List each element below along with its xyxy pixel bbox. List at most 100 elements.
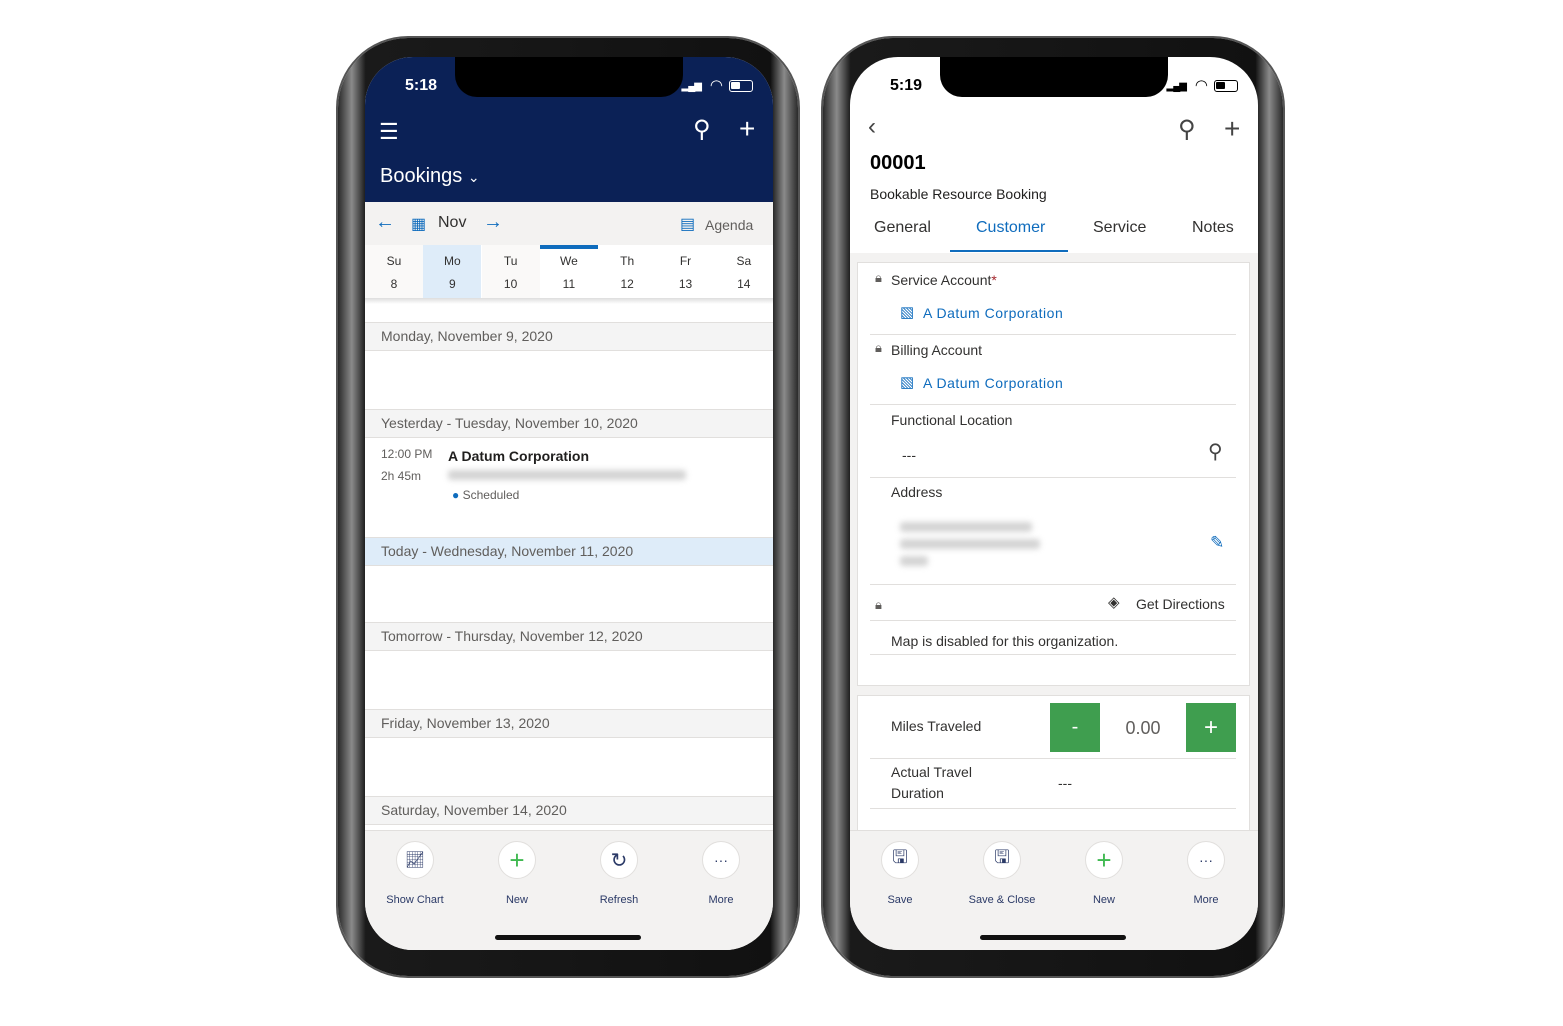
- day-header: Monday, November 9, 2020: [365, 322, 773, 351]
- save-button[interactable]: 🖫︎ Save: [860, 841, 940, 906]
- edit-icon[interactable]: ✎: [1210, 533, 1224, 553]
- divider: [870, 654, 1236, 655]
- calendar-icon[interactable]: ▦: [411, 214, 426, 234]
- save-icon: 🖫︎: [881, 841, 919, 879]
- day-name: Tu: [503, 254, 518, 268]
- lock-icon: 🔒︎: [875, 597, 882, 612]
- week-day-sa[interactable]: Sa 14: [714, 245, 773, 298]
- active-tab-indicator: [950, 250, 1068, 252]
- wifi-icon: ◠: [1194, 77, 1208, 94]
- button-label: More: [708, 894, 734, 906]
- week-day-fr[interactable]: Fr 13: [656, 245, 715, 298]
- tab-customer[interactable]: Customer: [976, 219, 1045, 237]
- booking-form-screen: 5:19 ▂▄▆ ◠ ‹ ⚲ + 00001 Bookable Resource…: [850, 57, 1258, 950]
- hamburger-icon[interactable]: ☰: [379, 119, 399, 145]
- record-title: 00001: [870, 152, 926, 174]
- more-button[interactable]: ··· More: [1166, 841, 1246, 906]
- today-indicator: [540, 245, 598, 249]
- customer-section: [857, 262, 1250, 686]
- search-icon[interactable]: ⚲: [1208, 439, 1223, 464]
- divider: [870, 404, 1236, 405]
- blurred-address: [900, 556, 928, 566]
- view-selector[interactable]: Bookings ⌄: [380, 165, 480, 188]
- home-indicator[interactable]: [495, 935, 641, 940]
- search-icon[interactable]: ⚲: [693, 115, 711, 144]
- arrow-left-icon[interactable]: ←: [375, 211, 395, 234]
- save-close-button[interactable]: 🖫︎ Save & Close: [962, 841, 1042, 906]
- status-time: 5:19: [890, 77, 923, 94]
- day-header: Saturday, November 14, 2020: [365, 796, 773, 825]
- new-button[interactable]: + New: [1064, 841, 1144, 906]
- more-icon: ···: [702, 841, 740, 879]
- blurred-address: [900, 522, 1032, 532]
- day-number: 13: [678, 277, 693, 291]
- week-day-su[interactable]: Su 8: [365, 245, 423, 298]
- view-title: Bookings: [380, 165, 463, 187]
- day-header: Friday, November 13, 2020: [365, 709, 773, 738]
- tab-notes[interactable]: Notes: [1192, 219, 1234, 237]
- day-name: Su: [386, 254, 402, 268]
- week-day-we[interactable]: We 11: [539, 245, 598, 298]
- booking-time: 12:00 PM: [381, 447, 433, 461]
- refresh-button[interactable]: ↻ Refresh: [579, 841, 659, 906]
- button-label: New: [1092, 894, 1115, 906]
- increment-button[interactable]: +: [1186, 703, 1236, 752]
- month-label[interactable]: Nov: [438, 214, 466, 232]
- account-icon: ▧: [900, 374, 915, 391]
- service-account-link[interactable]: A Datum Corporation: [923, 305, 1063, 321]
- command-bar: 🖫︎ Save 🖫︎ Save & Close + New ··· More: [850, 830, 1258, 950]
- chevron-down-icon: ⌄: [467, 169, 480, 185]
- arrow-right-icon[interactable]: →: [483, 211, 503, 234]
- decrement-button[interactable]: -: [1050, 703, 1100, 752]
- wifi-icon: ◠: [709, 77, 723, 94]
- day-number: 9: [448, 277, 456, 291]
- divider: [870, 808, 1236, 809]
- divider: [870, 477, 1236, 478]
- tab-service[interactable]: Service: [1093, 219, 1146, 237]
- divider: [365, 298, 773, 304]
- billing-account-link[interactable]: A Datum Corporation: [923, 375, 1063, 391]
- week-day-mo[interactable]: Mo 9: [423, 245, 482, 298]
- booking-title: A Datum Corporation: [448, 448, 590, 464]
- day-name: Fr: [679, 254, 692, 268]
- functional-location-input[interactable]: ---: [902, 447, 916, 463]
- notch: [940, 57, 1168, 97]
- address-label: Address: [891, 484, 943, 500]
- divider: [870, 758, 1236, 759]
- more-icon: ···: [1187, 841, 1225, 879]
- search-icon[interactable]: ⚲: [1178, 115, 1196, 144]
- plus-icon: +: [498, 841, 536, 879]
- new-button[interactable]: + New: [477, 841, 557, 906]
- divider: [870, 334, 1236, 335]
- day-header-today: Today - Wednesday, November 11, 2020: [365, 537, 773, 566]
- home-indicator[interactable]: [980, 935, 1126, 940]
- tab-general[interactable]: General: [874, 219, 931, 237]
- blurred-address: [900, 539, 1040, 549]
- agenda-view-button[interactable]: Agenda: [705, 217, 753, 233]
- more-button[interactable]: ··· More: [681, 841, 761, 906]
- functional-location-label: Functional Location: [891, 412, 1013, 428]
- get-directions-button[interactable]: Get Directions: [1136, 596, 1225, 612]
- back-icon[interactable]: ‹: [868, 113, 876, 141]
- day-number: 10: [503, 277, 518, 291]
- miles-traveled-input[interactable]: 0.00: [1112, 718, 1174, 739]
- entity-name: Bookable Resource Booking: [870, 186, 1047, 202]
- account-icon: ▧: [900, 304, 915, 321]
- day-number: 8: [390, 277, 398, 291]
- button-label: New: [505, 894, 528, 906]
- button-label: Save: [887, 894, 913, 906]
- plus-icon[interactable]: +: [739, 113, 755, 145]
- signal-icon: ▂▄▆: [1166, 81, 1187, 92]
- actual-travel-duration-label: Actual Travel Duration: [891, 764, 972, 801]
- plus-icon[interactable]: +: [1224, 113, 1240, 145]
- actual-travel-duration-value[interactable]: ---: [1058, 775, 1072, 791]
- agenda-icon[interactable]: ▤: [680, 214, 695, 234]
- phone-booking-form: 5:19 ▂▄▆ ◠ ‹ ⚲ + 00001 Bookable Resource…: [823, 38, 1283, 976]
- day-number: 11: [562, 277, 576, 291]
- week-day-tu[interactable]: Tu 10: [481, 245, 540, 298]
- signal-icon: ▂▄▆: [681, 81, 702, 92]
- day-number: 14: [737, 277, 751, 291]
- booking-status: ● Scheduled: [452, 488, 519, 502]
- show-chart-button[interactable]: 📈︎ Show Chart: [375, 841, 455, 906]
- week-day-th[interactable]: Th 12: [598, 245, 657, 298]
